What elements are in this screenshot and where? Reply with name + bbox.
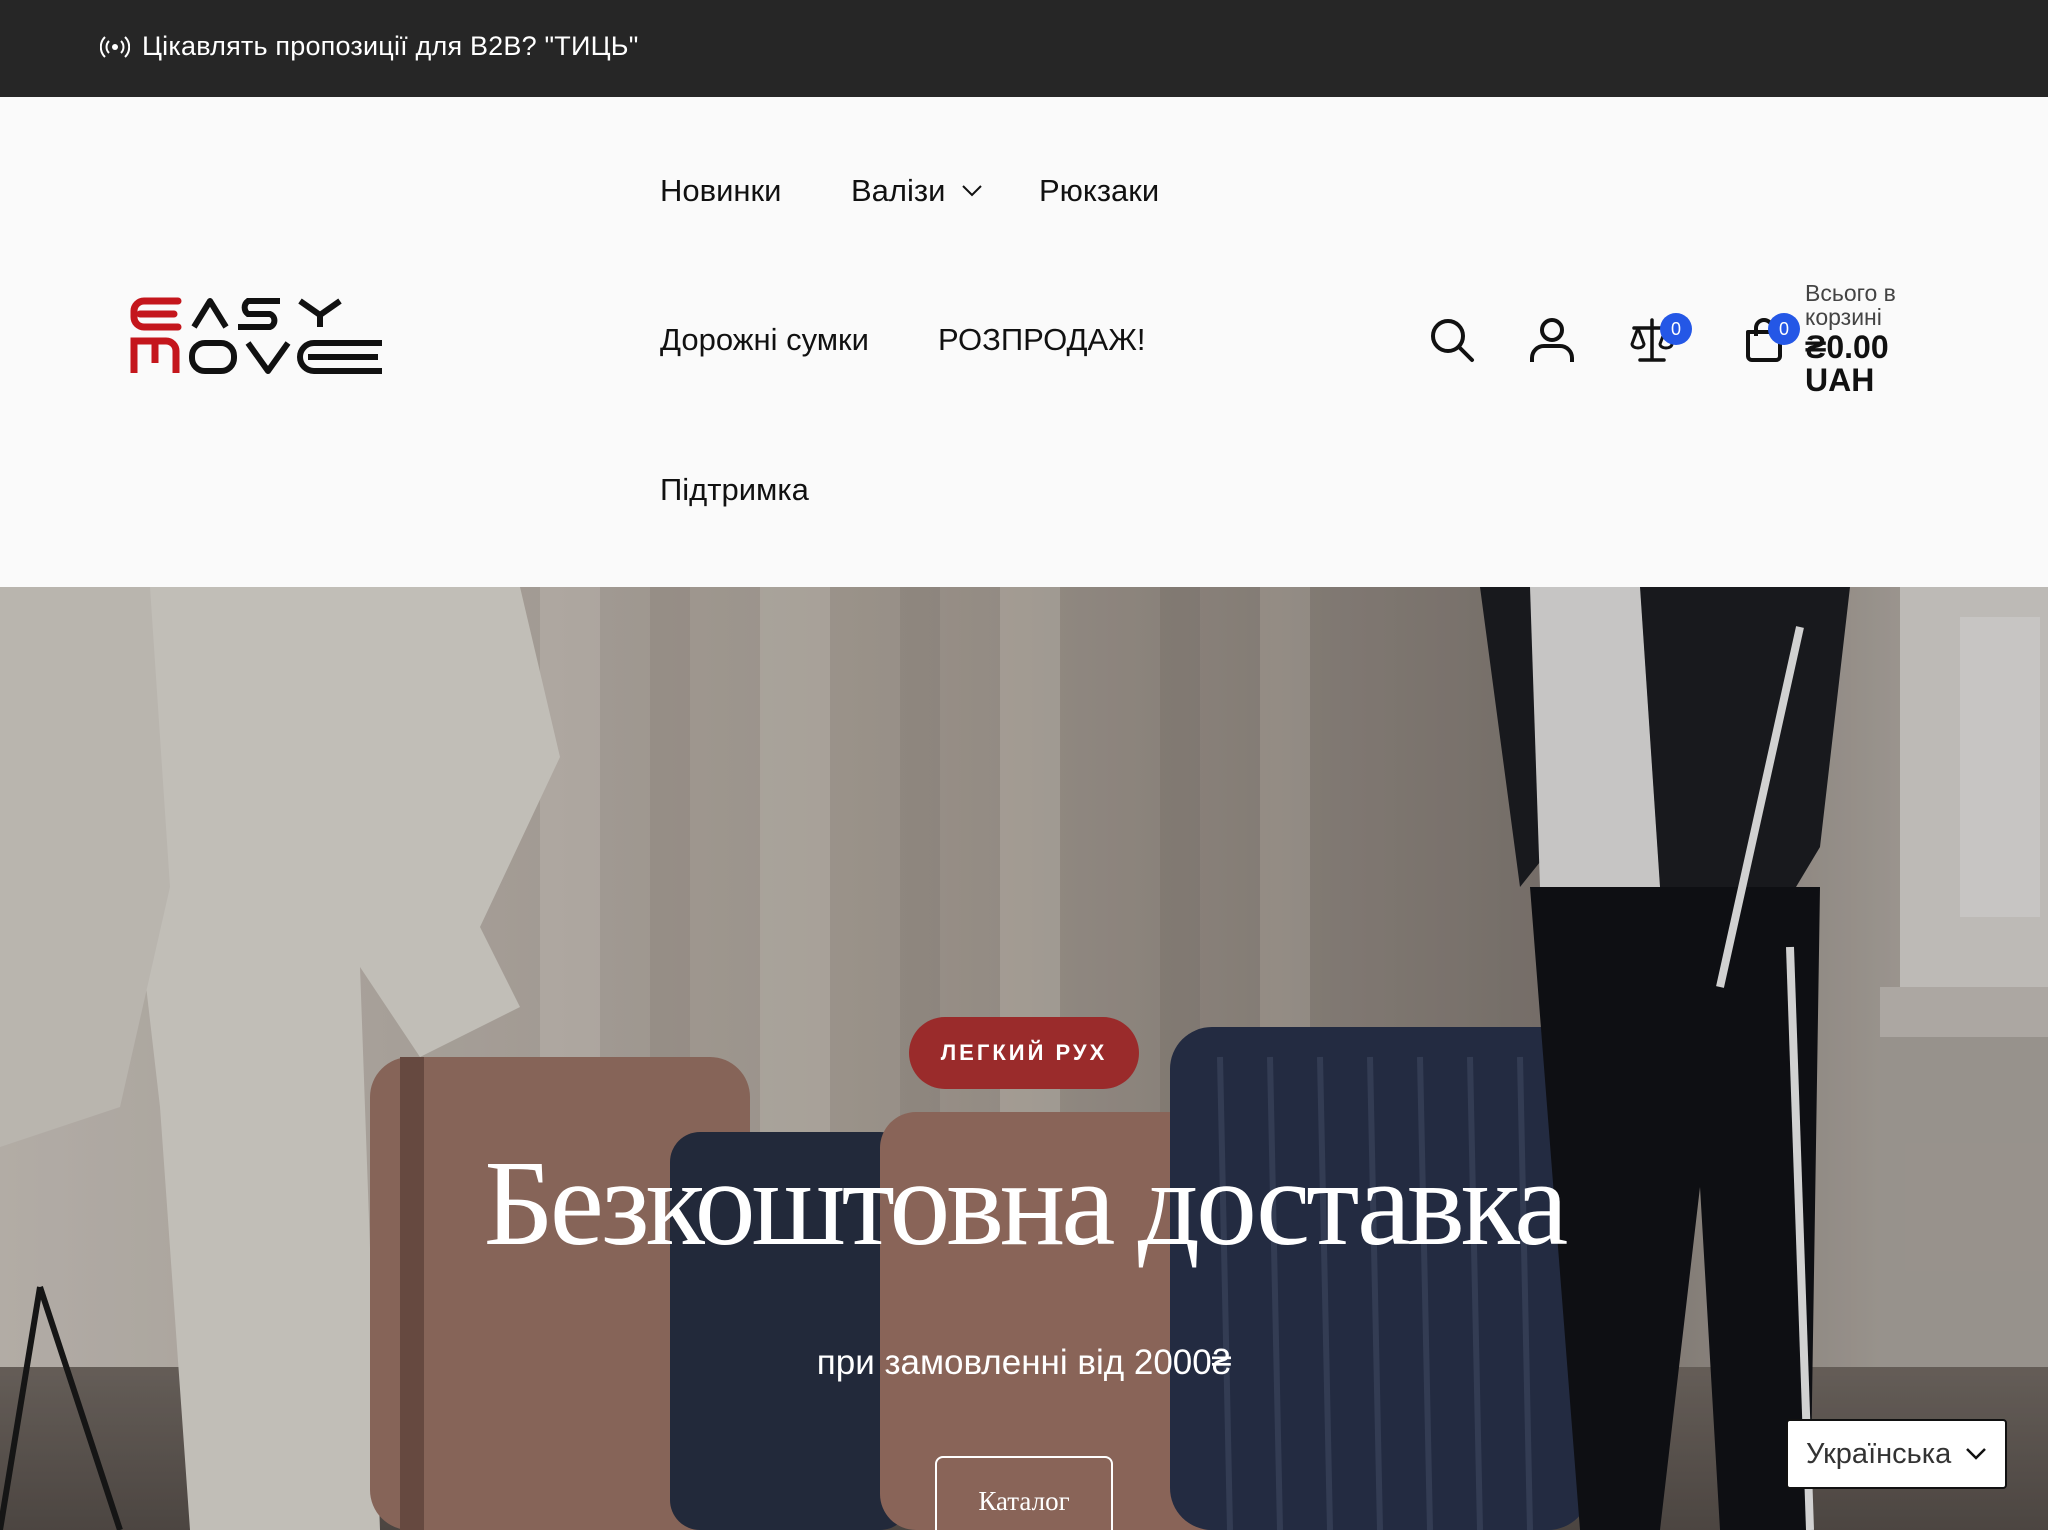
cart-label: Всього в корзині [1805,280,1896,330]
language-selector[interactable]: Українська [1786,1419,2007,1489]
cart-summary[interactable]: Всього в корзині ₴0.00 UAH [1805,281,1945,397]
compare-count-badge: 0 [1660,313,1692,345]
nav-item-sale[interactable]: РОЗПРОДАЖ! [938,322,1145,358]
hero-title: Безкоштовна доставка [483,1136,1569,1271]
search-icon [1431,319,1474,362]
easy-move-logo[interactable] [130,293,386,377]
user-icon [1530,318,1574,362]
nav-label: Рюкзаки [1039,173,1160,208]
search-button[interactable] [1426,314,1478,366]
cart-count-badge: 0 [1768,313,1800,345]
cart-amount: ₴0.00 UAH [1805,329,1889,398]
nav-label: Підтримка [660,472,809,507]
nav-label: Новинки [660,173,782,208]
nav-item-pidtrymka[interactable]: Підтримка [660,472,809,508]
hero-subtitle: при замовленні від 2000₴ [816,1343,1232,1382]
nav-item-riukzaky[interactable]: Рюкзаки [1039,173,1159,209]
nav-label: РОЗПРОДАЖ! [938,322,1146,357]
chevron-down-icon [962,185,983,197]
announcement-bar: Цікавлять пропозиції для B2B? "ТИЦЬ" [0,0,2048,97]
nav-item-novynky[interactable]: Новинки [660,173,781,209]
language-label: Українська [1806,1437,1952,1470]
b2b-link[interactable]: Цікавлять пропозиції для B2B? "ТИЦЬ" [142,31,638,62]
nav-item-dorozhni-sumky[interactable]: Дорожні сумки [660,322,869,358]
chevron-down-icon [1966,1448,1986,1460]
catalog-button[interactable]: Каталог [935,1456,1113,1530]
account-button[interactable] [1526,314,1578,366]
nav-label: Валізи [851,173,946,208]
broadcast-icon [100,35,130,58]
hero-badge: ЛЕГКИЙ РУХ [909,1017,1139,1089]
nav-item-valizy[interactable]: Валізи [851,173,983,209]
nav-label: Дорожні сумки [660,322,869,357]
